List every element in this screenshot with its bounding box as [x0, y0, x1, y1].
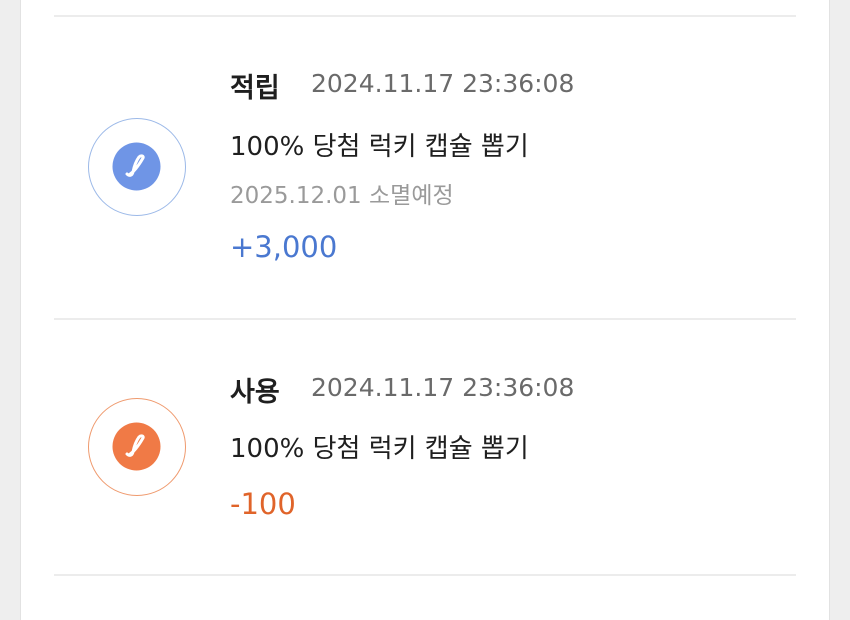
list-divider [54, 15, 796, 17]
capsule-icon [88, 118, 186, 216]
list-divider [54, 574, 796, 576]
capsule-icon [88, 398, 186, 496]
transaction-type: 사용 [230, 377, 280, 408]
transaction-timestamp: 2024.11.17 23:36:08 [311, 373, 575, 402]
transaction-title: 100% 당첨 럭키 캡슐 뽑기 [230, 434, 529, 464]
transaction-type: 적립 [230, 73, 280, 104]
expiry-date: 2025.12.01 소멸예정 [230, 183, 454, 209]
transaction-title: 100% 당첨 럭키 캡슐 뽑기 [230, 132, 529, 162]
list-divider [54, 318, 796, 320]
transaction-timestamp: 2024.11.17 23:36:08 [311, 69, 575, 98]
point-amount: -100 [230, 487, 296, 521]
point-amount: +3,000 [230, 230, 338, 264]
